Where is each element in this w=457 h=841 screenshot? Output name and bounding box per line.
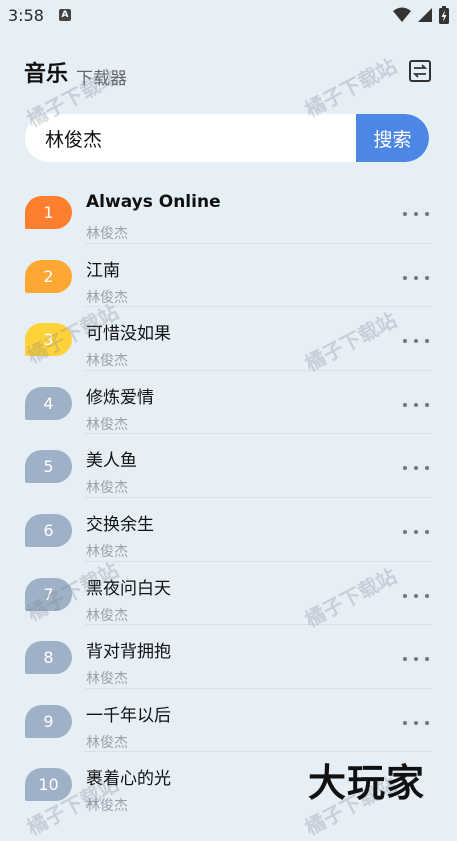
more-options-icon[interactable] [403, 655, 429, 663]
more-options-icon[interactable] [403, 719, 429, 727]
song-artist: 林俊杰 [86, 798, 128, 815]
brand-logo: 大玩家 [308, 761, 426, 805]
song-row-3[interactable]: 3 可惜没如果 林俊杰 [0, 307, 457, 371]
wifi-icon [393, 7, 411, 22]
song-row-1[interactable]: 1 Always Online 林俊杰 [0, 180, 457, 244]
app-header: 音乐 下载器 [24, 56, 434, 90]
rank-badge: 7 [25, 577, 72, 611]
song-title: 一千年以后 [86, 705, 171, 726]
song-artist: 林俊杰 [86, 226, 128, 242]
song-artist: 林俊杰 [86, 671, 128, 688]
rank-badge: 9 [25, 704, 72, 738]
song-artist: 林俊杰 [86, 416, 128, 433]
song-title: Always Online [86, 192, 221, 212]
song-artist: 林俊杰 [86, 289, 128, 306]
more-options-icon[interactable] [403, 528, 429, 536]
rank-badge: 5 [25, 450, 72, 484]
rank-badge: 4 [25, 386, 72, 420]
song-title: 修炼爱情 [86, 387, 154, 408]
more-options-icon[interactable] [403, 337, 429, 345]
song-row-6[interactable]: 6 交换余生 林俊杰 [0, 498, 457, 562]
song-artist: 林俊杰 [86, 607, 128, 624]
app-subtitle: 下载器 [76, 69, 127, 89]
song-row-5[interactable]: 5 美人鱼 林俊杰 [0, 434, 457, 498]
battery-icon [439, 6, 449, 24]
song-title: 可惜没如果 [86, 324, 171, 345]
rank-badge: 8 [25, 641, 72, 675]
song-title: 背对背拥抱 [86, 642, 171, 663]
song-row-2[interactable]: 2 江南 林俊杰 [0, 244, 457, 308]
song-title: 黑夜问白天 [86, 578, 171, 599]
swap-icon [412, 64, 428, 78]
rank-badge: 2 [25, 259, 72, 293]
song-row-8[interactable]: 8 背对背拥抱 林俊杰 [0, 625, 457, 689]
more-options-icon[interactable] [403, 274, 429, 282]
swap-source-button[interactable] [409, 60, 431, 82]
song-title: 美人鱼 [86, 451, 137, 472]
song-title: 裹着心的光 [86, 769, 171, 790]
search-input[interactable] [45, 114, 355, 162]
search-button[interactable]: 搜索 [356, 114, 429, 162]
song-artist: 林俊杰 [86, 353, 128, 370]
status-icons [393, 6, 449, 24]
song-row-7[interactable]: 7 黑夜问白天 林俊杰 [0, 562, 457, 626]
song-title: 江南 [86, 260, 120, 281]
signal-icon [418, 8, 432, 22]
app-title: 音乐 [24, 62, 69, 87]
song-row-4[interactable]: 4 修炼爱情 林俊杰 [0, 371, 457, 435]
status-bar: 3:58 A [0, 0, 457, 32]
rank-badge: 6 [25, 513, 72, 547]
song-artist: 林俊杰 [86, 480, 128, 497]
song-artist: 林俊杰 [86, 543, 128, 560]
more-options-icon[interactable] [403, 210, 429, 218]
song-artist: 林俊杰 [86, 734, 128, 751]
song-row-9[interactable]: 9 一千年以后 林俊杰 [0, 689, 457, 753]
more-options-icon[interactable] [403, 401, 429, 409]
notification-badge: A [59, 9, 71, 21]
rank-badge: 1 [25, 196, 72, 229]
rank-badge: 3 [25, 323, 72, 357]
rank-badge: 10 [25, 768, 72, 802]
song-list: 1 Always Online 林俊杰 2 江南 林俊杰 3 可惜没如果 林俊杰… [0, 180, 457, 816]
status-time: 3:58 [8, 6, 44, 25]
search-bar: 搜索 [25, 114, 429, 162]
more-options-icon[interactable] [403, 592, 429, 600]
more-options-icon[interactable] [403, 464, 429, 472]
song-title: 交换余生 [86, 514, 154, 535]
